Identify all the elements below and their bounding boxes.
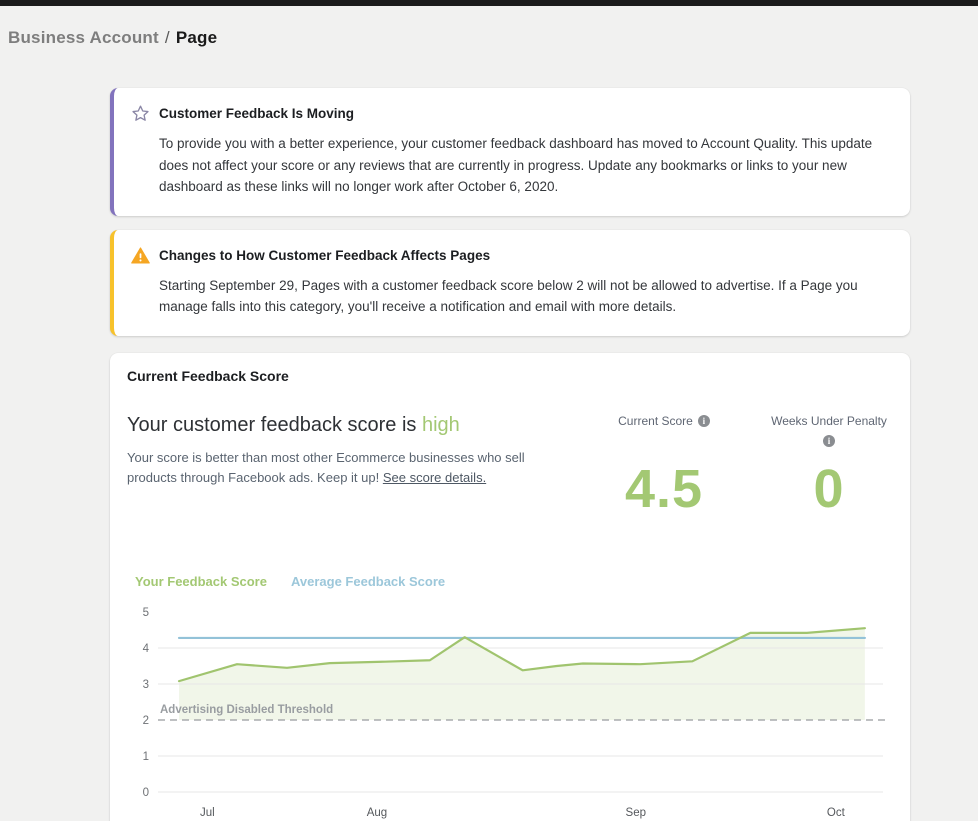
info-icon[interactable]: i [698,415,710,427]
svg-text:5: 5 [143,607,149,619]
notice-body: To provide you with a better experience,… [159,133,886,198]
chart-legend: Your Feedback Score Average Feedback Sco… [135,574,890,589]
current-feedback-score-card: Current Feedback Score Your customer fee… [110,353,910,821]
stat-weeks-under-penalty: Weeks Under Penalty i 0 [744,414,914,520]
chart-canvas: Advertising Disabled Threshold 0 1 2 3 4 5 Jul A… [127,595,887,821]
feedback-score-chart: Advertising Disabled Threshold 0 1 2 3 4 5 Jul A… [127,595,890,821]
stat-label: Weeks Under Penalty [771,414,887,428]
svg-text:Advertising Disabled Threshold: Advertising Disabled Threshold [160,704,333,716]
breadcrumb-separator: / [159,28,176,47]
notice-card-feedback-affects-pages: Changes to How Customer Feedback Affects… [110,230,910,336]
stat-label: Current Score [618,414,693,428]
svg-text:2: 2 [143,715,149,727]
info-icon[interactable]: i [823,435,835,447]
card-title: Current Feedback Score [127,368,890,384]
notice-card-feedback-moving: Customer Feedback Is Moving To provide y… [110,88,910,216]
star-icon [131,104,150,123]
svg-text:Aug: Aug [367,807,387,819]
svg-text:Jul: Jul [200,807,215,819]
svg-text:4: 4 [143,643,150,655]
svg-text:0: 0 [143,787,149,799]
score-rating: high [422,414,460,436]
notice-body: Starting September 29, Pages with a cust… [159,275,886,318]
main-content: Customer Feedback Is Moving To provide y… [110,88,910,821]
score-headline: Your customer feedback score is high [127,414,584,437]
legend-item-your-feedback-score[interactable]: Your Feedback Score [135,574,267,589]
stat-value: 0 [813,458,844,520]
legend-item-average-feedback-score[interactable]: Average Feedback Score [291,574,445,589]
score-description: Your score is better than most other Eco… [127,448,555,488]
svg-text:3: 3 [143,679,149,691]
notice-title: Customer Feedback Is Moving [159,106,354,121]
warning-icon [131,246,150,265]
notice-title: Changes to How Customer Feedback Affects… [159,248,490,263]
stat-value: 4.5 [625,458,703,520]
svg-text:Oct: Oct [827,807,846,819]
see-score-details-link[interactable]: See score details. [383,470,486,485]
score-stats: Current Score i 4.5 Weeks Under Penalty … [584,414,914,520]
breadcrumb: Business Account/Page [0,6,978,48]
breadcrumb-business-account-link[interactable]: Business Account [8,28,159,47]
svg-text:Sep: Sep [626,807,646,819]
svg-text:1: 1 [143,751,149,763]
stat-current-score: Current Score i 4.5 [584,414,744,520]
breadcrumb-current-page: Page [176,28,217,47]
